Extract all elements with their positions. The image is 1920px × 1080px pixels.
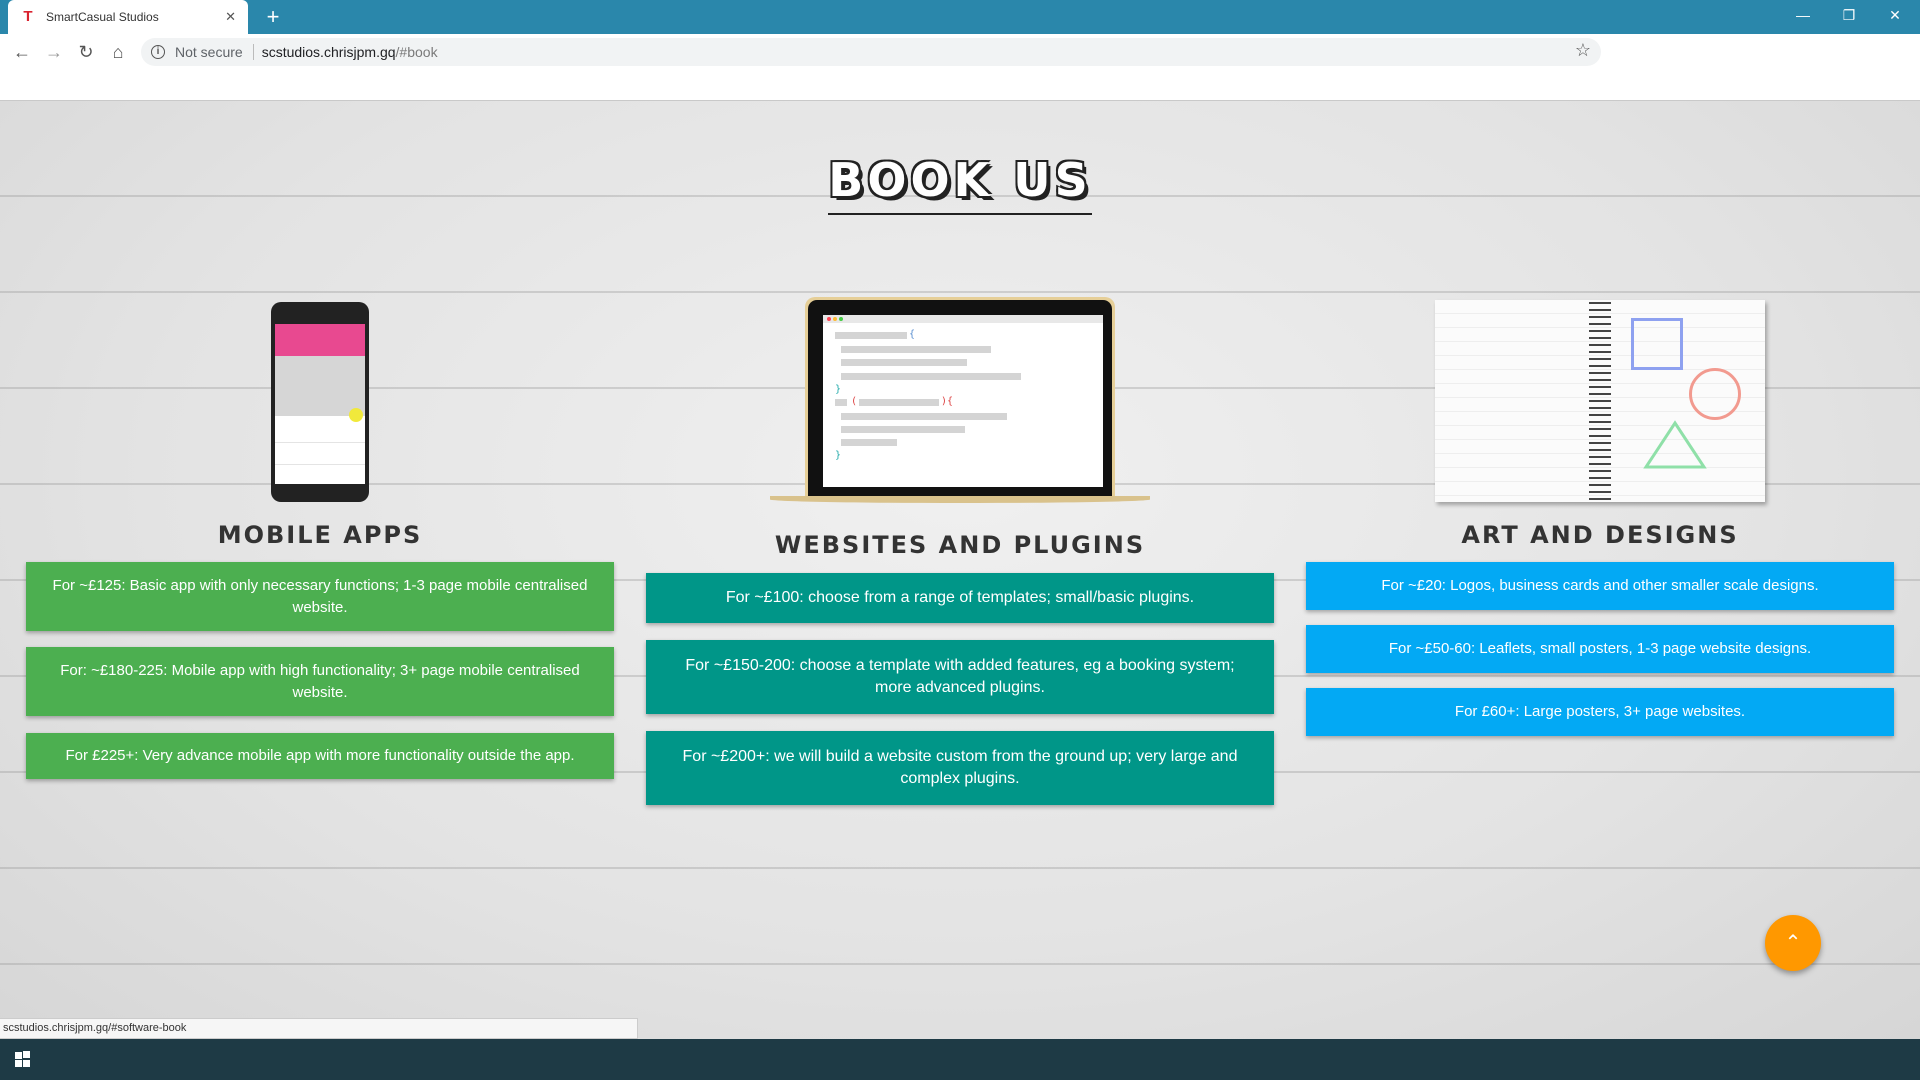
- mobile-apps-title: Mobile Apps: [217, 521, 423, 549]
- art-price-option-3[interactable]: For £60+: Large posters, 3+ page website…: [1306, 688, 1894, 736]
- browser-tab[interactable]: T SmartCasual Studios ✕: [8, 0, 248, 34]
- mobile-price-option-2[interactable]: For: ~£180-225: Mobile app with high fun…: [26, 647, 614, 716]
- sketchbook-illustration: [1435, 300, 1765, 502]
- browser-toolbar: ← → ↻ ⌂ i Not secure scstudios.chrisjpm.…: [0, 34, 1920, 70]
- forward-arrow-icon[interactable]: →: [40, 38, 68, 66]
- close-window-icon[interactable]: ✕: [1872, 0, 1918, 30]
- not-secure-label: Not secure: [175, 44, 243, 60]
- websites-title: Websites and Plugins: [774, 531, 1146, 559]
- info-icon[interactable]: i: [151, 45, 165, 59]
- site-favicon-icon: T: [23, 8, 33, 25]
- back-arrow-icon[interactable]: ←: [8, 38, 36, 66]
- page-content: Book Us Mobile Apps For ~£125: Basic app…: [0, 101, 1920, 1039]
- art-price-option-1[interactable]: For ~£20: Logos, business cards and othe…: [1306, 562, 1894, 610]
- mobile-phone-illustration: [271, 302, 369, 502]
- art-designs-title: Art and Designs: [1461, 521, 1739, 549]
- mobile-price-option-1[interactable]: For ~£125: Basic app with only necessary…: [26, 562, 614, 631]
- section-heading: Book Us: [0, 153, 1920, 215]
- book-us-title: Book Us: [828, 153, 1092, 215]
- browser-titlebar: T SmartCasual Studios ✕ + — ❐ ✕: [0, 0, 1920, 34]
- address-separator: [252, 44, 254, 60]
- website-price-option-2[interactable]: For ~£150-200: choose a template with ad…: [646, 640, 1274, 714]
- windows-taskbar: [0, 1039, 1920, 1080]
- page-top-strip: [0, 70, 1920, 101]
- link-status-bubble: scstudios.chrisjpm.gq/#software-book: [0, 1018, 638, 1039]
- reload-icon[interactable]: ↻: [72, 38, 100, 66]
- home-icon[interactable]: ⌂: [104, 38, 132, 66]
- address-bar[interactable]: i Not secure scstudios.chrisjpm.gq/#book…: [141, 38, 1601, 66]
- website-price-option-1[interactable]: For ~£100: choose from a range of templa…: [646, 573, 1274, 623]
- close-tab-icon[interactable]: ✕: [225, 9, 236, 25]
- minimize-window-icon[interactable]: —: [1780, 0, 1826, 30]
- laptop-illustration: { } ( ){ }: [770, 297, 1150, 507]
- url-hash: /#book: [395, 44, 438, 60]
- scroll-to-top-button[interactable]: ⌃: [1765, 915, 1821, 971]
- windows-start-icon[interactable]: [0, 1039, 48, 1080]
- mobile-price-option-3[interactable]: For £225+: Very advance mobile app with …: [26, 733, 614, 779]
- url-host: scstudios.chrisjpm.gq: [261, 44, 396, 60]
- star-icon[interactable]: ☆: [1575, 40, 1591, 61]
- website-price-option-3[interactable]: For ~£200+: we will build a website cust…: [646, 731, 1274, 805]
- chevron-up-icon: ⌃: [1784, 932, 1802, 954]
- restore-window-icon[interactable]: ❐: [1826, 0, 1872, 30]
- tab-title: SmartCasual Studios: [46, 10, 159, 24]
- new-tab-button[interactable]: +: [260, 4, 286, 30]
- art-price-option-2[interactable]: For ~£50-60: Leaflets, small posters, 1-…: [1306, 625, 1894, 673]
